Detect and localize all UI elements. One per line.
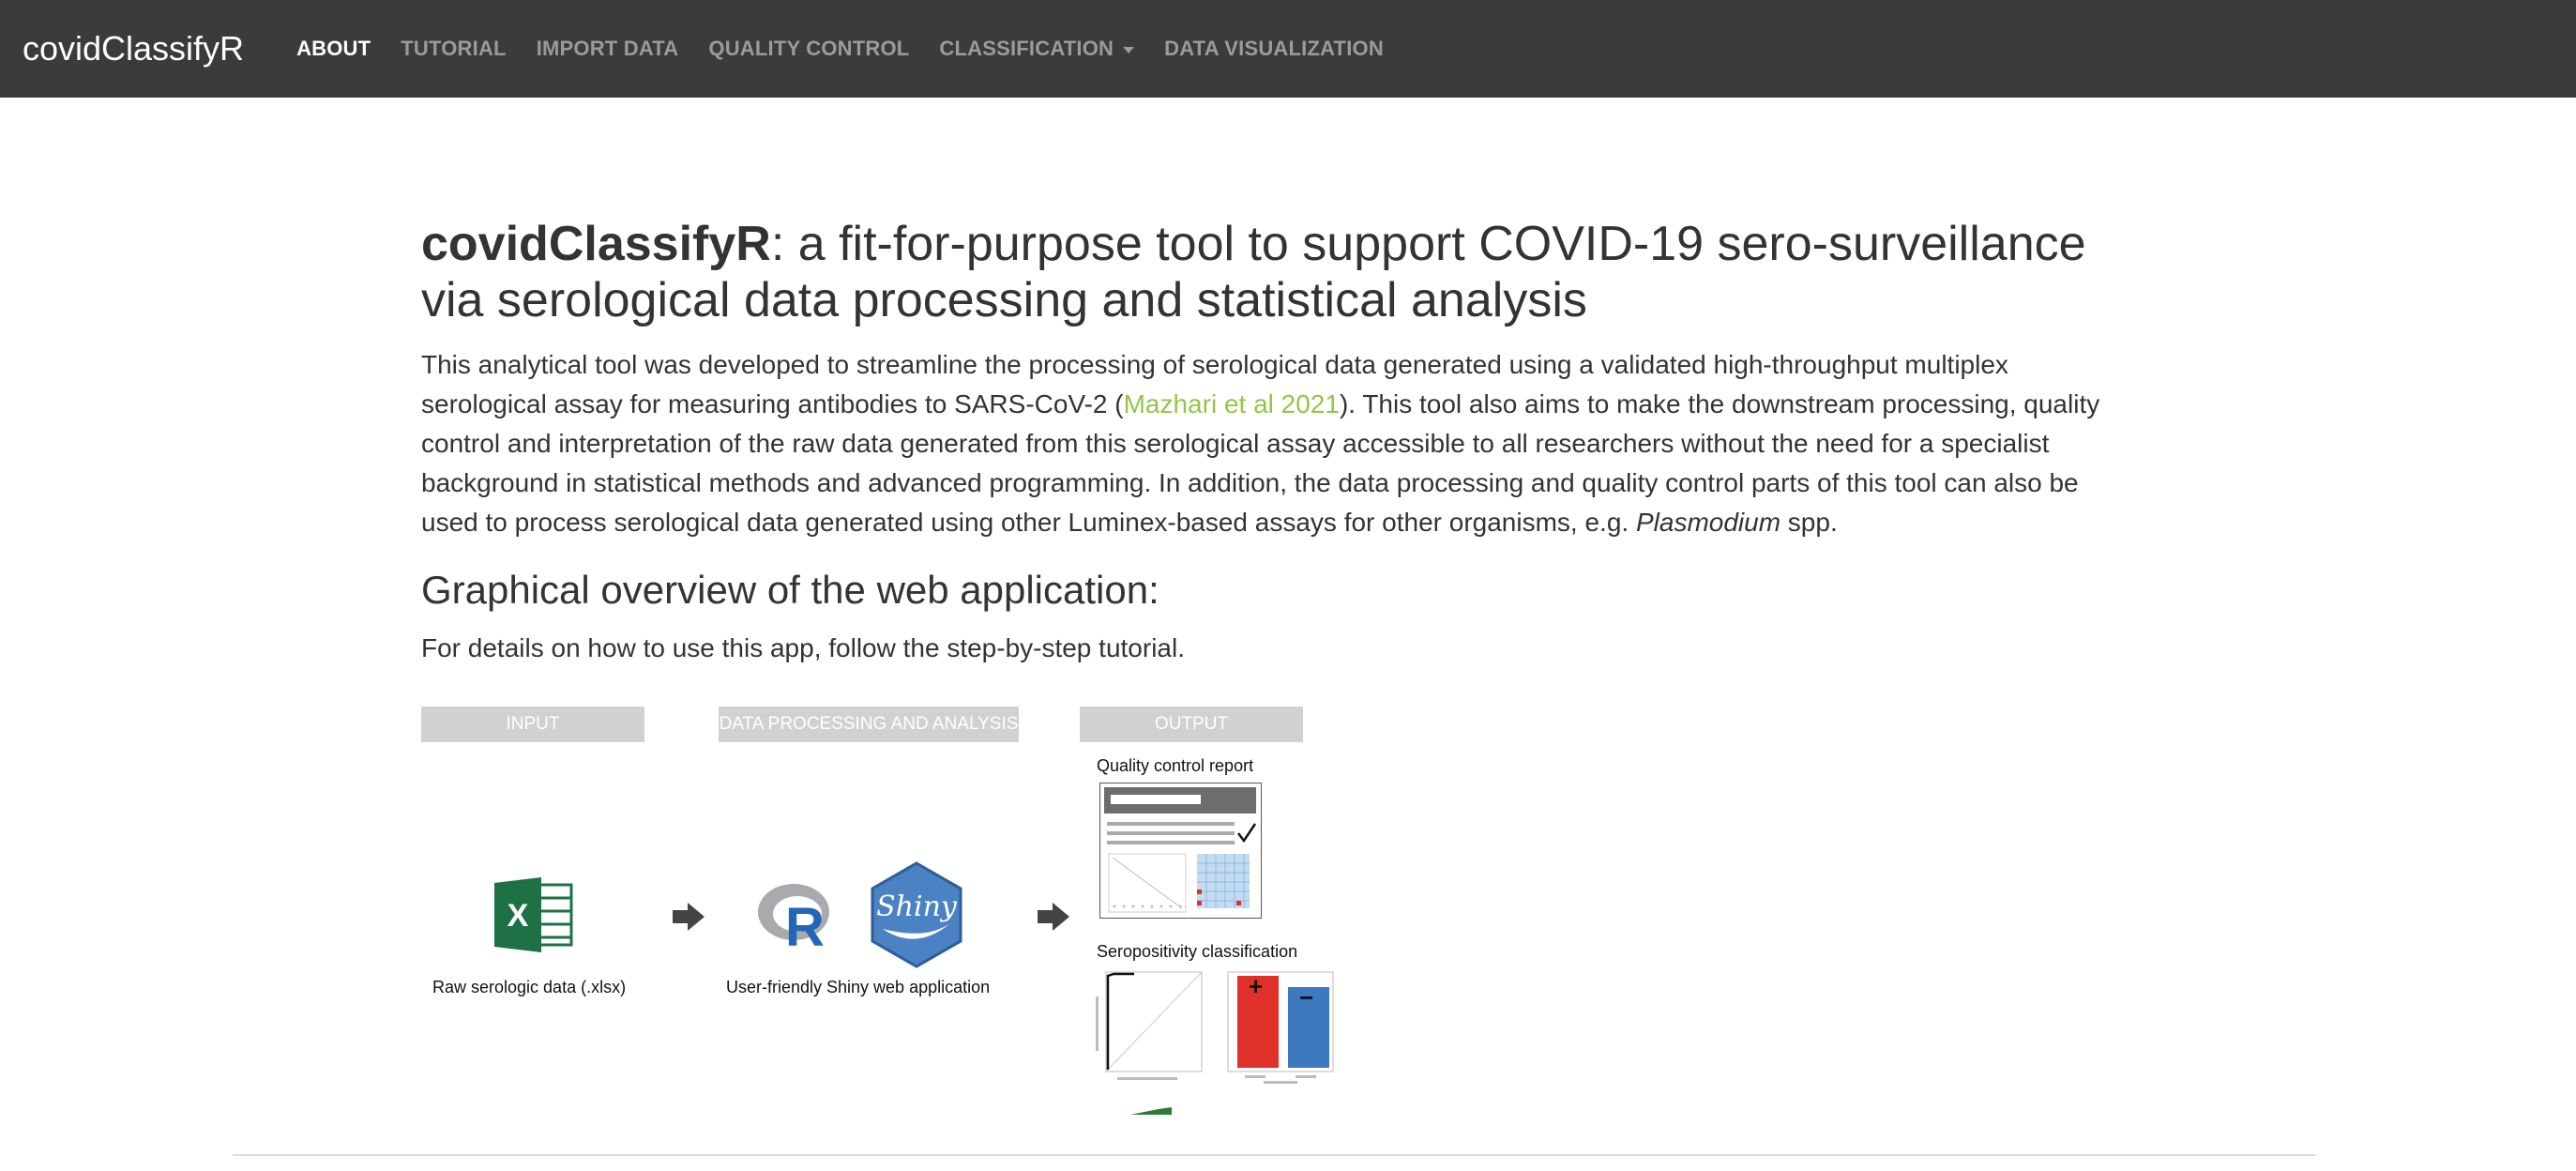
arrow-right-icon bbox=[1038, 903, 1069, 931]
overview-heading: Graphical overview of the web applicatio… bbox=[421, 568, 1159, 612]
nav-item-about[interactable]: ABOUT bbox=[296, 37, 371, 61]
nav-item-import-data[interactable]: IMPORT DATA bbox=[537, 37, 679, 61]
next-output-sliver bbox=[1130, 1107, 1172, 1115]
brand-title[interactable]: covidClassifyR bbox=[23, 29, 244, 68]
overview-diagram: INPUT DATA PROCESSING AND ANALYSIS OUTPU… bbox=[421, 704, 1359, 1117]
output-header: OUTPUT bbox=[1080, 707, 1303, 742]
plus-sign: + bbox=[1249, 972, 1263, 1000]
page-title: covidClassifyR: a fit-for-purpose tool t… bbox=[421, 216, 2119, 328]
r-logo-icon: R bbox=[758, 884, 829, 950]
nav-item-tutorial[interactable]: TUTORIAL bbox=[401, 37, 506, 61]
roc-curve-thumbnail bbox=[1096, 971, 1203, 1080]
navbar: covidClassifyR ABOUT TUTORIAL IMPORT DAT… bbox=[0, 0, 2576, 98]
citation-link[interactable]: Mazhari et al 2021 bbox=[1124, 389, 1340, 418]
arrow-right-icon bbox=[673, 903, 705, 931]
processing-header: DATA PROCESSING AND ANALYSIS bbox=[719, 707, 1019, 742]
r-letter: R bbox=[785, 897, 825, 950]
qc-report-label: Quality control report bbox=[1097, 756, 1254, 775]
intro-text-3: spp. bbox=[1780, 508, 1838, 537]
seropositivity-label: Seropositivity classification bbox=[1097, 942, 1298, 961]
minus-sign: − bbox=[1299, 983, 1313, 1011]
details-text: For details on how to use this app, foll… bbox=[421, 633, 1185, 662]
main-content: covidClassifyR: a fit-for-purpose tool t… bbox=[421, 216, 2119, 668]
shiny-logo-icon: Shiny bbox=[871, 861, 962, 968]
bar-chart-thumbnail: + − bbox=[1227, 971, 1334, 1084]
input-header: INPUT bbox=[421, 707, 644, 742]
excel-icon: X bbox=[494, 877, 573, 952]
input-caption: Raw serologic data (.xlsx) bbox=[432, 978, 627, 996]
qc-report-thumbnail bbox=[1099, 783, 1262, 919]
caret-down-icon bbox=[1123, 46, 1135, 53]
intro-italic: Plasmodium bbox=[1635, 508, 1781, 537]
nav-item-data-visualization[interactable]: DATA VISUALIZATION bbox=[1164, 37, 1384, 61]
nav-item-classification[interactable]: CLASSIFICATION bbox=[939, 37, 1135, 61]
page-title-strong: covidClassifyR bbox=[421, 217, 771, 271]
processing-caption: User-friendly Shiny web application bbox=[726, 978, 991, 996]
excel-letter: X bbox=[508, 898, 529, 934]
shiny-label: Shiny bbox=[876, 890, 958, 923]
intro-paragraph: This analytical tool was developed to st… bbox=[421, 345, 2119, 542]
nav-item-quality-control[interactable]: QUALITY CONTROL bbox=[708, 37, 909, 61]
nav-item-classification-label: CLASSIFICATION bbox=[939, 37, 1114, 60]
footer-divider bbox=[233, 1154, 2315, 1156]
